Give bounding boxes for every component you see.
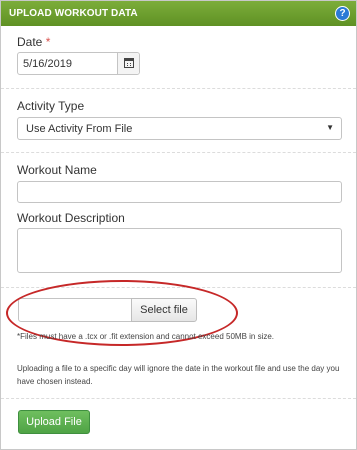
panel-header: UPLOAD WORKOUT DATA ?: [1, 1, 356, 26]
panel-title: UPLOAD WORKOUT DATA: [9, 8, 138, 19]
date-picker-button[interactable]: [117, 53, 139, 74]
workout-name-label: Workout Name: [17, 163, 97, 177]
workout-name-input[interactable]: [17, 181, 342, 203]
date-label: Date *: [17, 35, 50, 49]
activity-type-select[interactable]: Use Activity From File ▼: [17, 117, 342, 140]
workout-description-label: Workout Description: [17, 211, 125, 225]
section-divider: [1, 152, 356, 153]
file-date-note: Uploading a file to a specific day will …: [17, 364, 340, 386]
help-icon[interactable]: ?: [335, 6, 350, 21]
activity-type-label: Activity Type: [17, 99, 85, 113]
activity-type-value: Use Activity From File: [26, 123, 133, 135]
file-path-input[interactable]: [18, 298, 132, 322]
upload-workout-panel: UPLOAD WORKOUT DATA ? Date * 5/16/2019 A…: [0, 0, 357, 450]
date-label-text: Date: [17, 35, 43, 49]
date-input[interactable]: 5/16/2019: [17, 52, 140, 75]
chevron-down-icon: ▼: [326, 123, 334, 132]
workout-description-textarea[interactable]: [17, 228, 342, 273]
required-mark: *: [45, 35, 51, 49]
file-extension-note: *Files must have a .tcx or .fit extensio…: [17, 332, 275, 341]
section-divider: [1, 398, 356, 399]
section-divider: [1, 287, 356, 288]
date-value: 5/16/2019: [23, 58, 72, 70]
upload-file-button[interactable]: Upload File: [18, 410, 90, 434]
select-file-button[interactable]: Select file: [131, 298, 197, 322]
section-divider: [1, 88, 356, 89]
calendar-icon: [124, 58, 134, 68]
